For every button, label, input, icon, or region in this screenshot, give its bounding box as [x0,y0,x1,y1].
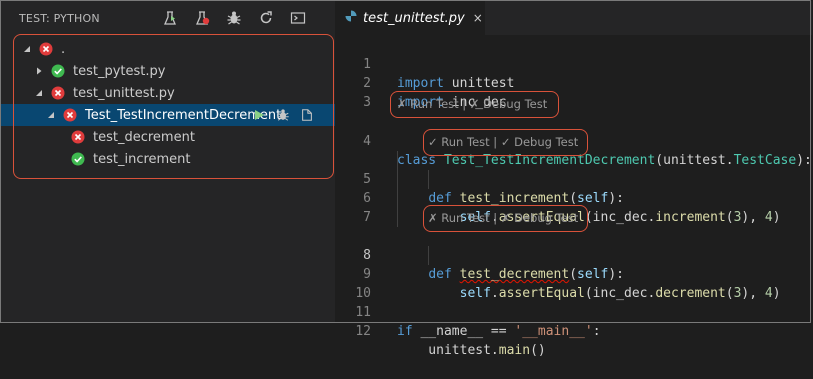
code-line: 3 [335,74,812,110]
code-line: 7 [335,189,812,225]
debug-all-tests-icon[interactable] [225,9,243,27]
tree-item-label: test_decrement [93,129,195,145]
code-line: 12 unittest.main() [335,303,812,358]
line-number: 3 [363,95,371,110]
python-file-icon [345,10,357,26]
sidebar-title: TEST: PYTHON [19,12,100,25]
code-line: 8 def test_decrement(self): [335,227,812,282]
row-actions [251,107,315,123]
codelens-increment-text[interactable]: ✓ Run Test | ✓ Debug Test [428,135,578,149]
code-line: 5 def test_increment(self): [335,151,812,206]
test-failed-icon [51,86,65,100]
tree-item-test-pytest[interactable]: test_pytest.py [1,60,335,82]
tree-item-label: test_unittest.py [73,85,175,101]
tree-item-root[interactable]: . [1,38,335,60]
test-failed-icon [39,42,53,56]
run-test-icon[interactable] [251,107,267,123]
code-line: 10 [335,265,812,301]
run-all-tests-icon[interactable] [161,9,179,27]
codelens-class[interactable]: ✗ Run Test | ✗ Debug Test [397,96,547,112]
tree-item-test-decrement[interactable]: test_decrement [1,126,335,148]
test-tree: . test_pytest.py test_unittest.py Test_T… [1,38,335,170]
collapsed-chevron-icon[interactable] [33,65,45,77]
expanded-chevron-icon[interactable] [33,87,45,99]
code-line: 9 self.assertEqual(inc_dec.decrement(3),… [335,246,812,301]
tree-item-label: test_pytest.py [73,63,166,79]
editor-tab-bar: test_unittest.py × [335,1,812,35]
code-line: 1 import unittest [335,36,812,91]
test-failed-icon [63,108,77,122]
code-line: 2 import inc_dec [335,55,812,110]
codelens-class-text[interactable]: ✗ Run Test | ✗ Debug Test [397,97,547,111]
code-editor[interactable]: 1 import unittest 2 import inc_dec 3 ✗ R… [335,35,812,358]
line-number: 7 [363,210,371,225]
test-explorer-sidebar: TEST: PYTHON . test_pytest.py test_unitt… [1,1,335,323]
tree-item-test-unittest[interactable]: test_unittest.py [1,82,335,104]
test-failed-icon [71,130,85,144]
codelens-decrement-text[interactable]: ✗ Run Test | ✗ Debug Test [428,211,578,225]
sidebar-header: TEST: PYTHON [1,1,335,35]
expanded-chevron-icon[interactable] [21,43,33,55]
refresh-icon[interactable] [257,9,275,27]
code-line: 11 if __name__ == '__main__': [335,284,812,339]
line-number: 4 [363,134,371,149]
close-icon[interactable]: × [473,11,483,25]
sidebar-actions [161,9,307,27]
test-passed-icon [51,64,65,78]
code-line: 6 self.assertEqual(inc_dec.increment(3),… [335,170,812,225]
test-passed-icon [71,152,85,166]
tree-item-label: . [61,41,66,57]
debug-test-icon[interactable] [275,107,291,123]
open-test-file-icon[interactable] [299,107,315,123]
tree-item-test-class[interactable]: Test_TestIncrementDecrement [1,104,335,126]
tree-item-test-increment[interactable]: test_increment [1,148,335,170]
tab-label: test_unittest.py [363,10,465,26]
expanded-chevron-icon[interactable] [45,109,57,121]
show-output-icon[interactable] [289,9,307,27]
code-line: 4 class Test_TestIncrementDecrement(unit… [335,113,812,168]
run-failed-tests-icon[interactable] [193,9,211,27]
line-12-code: unittest.main() [397,343,546,358]
codelens-decrement[interactable]: ✗ Run Test | ✗ Debug Test [428,210,578,226]
codelens-increment[interactable]: ✓ Run Test | ✓ Debug Test [428,134,578,150]
tab-test-unittest[interactable]: test_unittest.py × [335,1,485,35]
tree-item-label: test_increment [93,151,191,167]
